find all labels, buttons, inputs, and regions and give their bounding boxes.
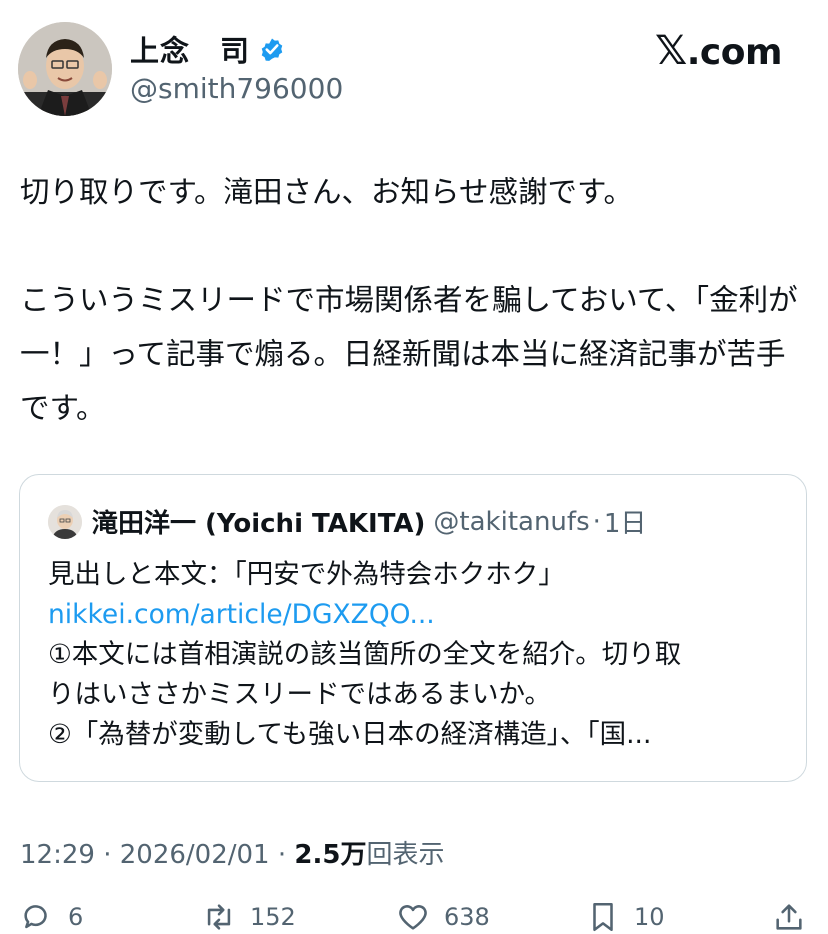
author-name-row: 上念 司 <box>130 28 286 70</box>
repost-icon <box>207 904 231 930</box>
author-name[interactable]: 上念 司 <box>130 28 250 70</box>
author-handle[interactable]: @smith796000 <box>130 72 343 105</box>
quoted-separator: · <box>592 506 601 537</box>
quoted-time: 1日 <box>603 509 647 539</box>
quoted-author-name[interactable]: 滝田洋一 (Yoichi TAKITA) <box>92 503 425 540</box>
repost-count: 152 <box>250 903 296 931</box>
bookmark-count: 10 <box>634 903 665 931</box>
bookmark-button[interactable]: 10 <box>586 900 665 934</box>
quoted-line: りはいささかミスリードではあるまいか。 <box>48 679 551 710</box>
x-com-logo: 𝕏.com <box>655 28 783 74</box>
reply-count: 6 <box>68 903 84 931</box>
view-count[interactable]: 2.5万 <box>294 840 366 870</box>
action-bar: 6 152 638 10 <box>0 892 828 934</box>
post-header: 上念 司 @smith796000 𝕏.com <box>0 0 828 140</box>
meta-separator: · <box>103 840 112 870</box>
reply-icon <box>24 905 47 929</box>
quoted-line: 見出しと本文：「円安で外為特会ホクホク」 <box>48 559 565 590</box>
share-icon <box>776 904 802 930</box>
quoted-post-text: 見出しと本文：「円安で外為特会ホクホク」 nikkei.com/article/… <box>48 555 788 755</box>
heart-icon <box>399 905 427 930</box>
like-button[interactable]: 638 <box>396 900 490 934</box>
quoted-line: ①本文には首相演説の該当箇所の全文を紹介。切り取 <box>48 639 682 670</box>
bookmark-icon <box>593 902 613 932</box>
view-label: 回表示 <box>366 840 445 870</box>
quoted-post[interactable]: 滝田洋一 (Yoichi TAKITA) @takitanufs · 1日 見出… <box>19 474 807 782</box>
quoted-author-avatar[interactable] <box>48 504 82 539</box>
post-text: 切り取りです。滝田さん、お知らせ感謝です。 こういうミスリードで市場関係者を騙し… <box>20 175 798 425</box>
post-meta: 12:29 · 2026/02/01 · 2.5万回表示 <box>20 834 444 871</box>
quoted-author-handle[interactable]: @takitanufs <box>433 507 589 537</box>
share-button[interactable] <box>772 900 820 934</box>
quoted-link[interactable]: nikkei.com/article/DGXZQO... <box>48 595 788 635</box>
quoted-line: ②「為替が変動しても強い日本の経済構造」、「国... <box>48 719 652 750</box>
post-date[interactable]: 2026/02/01 <box>120 840 270 870</box>
x-logo-icon: 𝕏 <box>655 28 687 74</box>
like-count: 638 <box>444 903 490 931</box>
reply-button[interactable]: 6 <box>20 900 83 934</box>
author-avatar[interactable] <box>18 22 112 116</box>
x-logo-text: .com <box>686 32 783 73</box>
meta-separator: · <box>277 840 287 870</box>
verified-badge-icon <box>261 38 283 61</box>
repost-button[interactable]: 152 <box>202 900 296 934</box>
post-time[interactable]: 12:29 <box>20 840 95 870</box>
quoted-post-header: 滝田洋一 (Yoichi TAKITA) @takitanufs · 1日 <box>48 503 646 540</box>
